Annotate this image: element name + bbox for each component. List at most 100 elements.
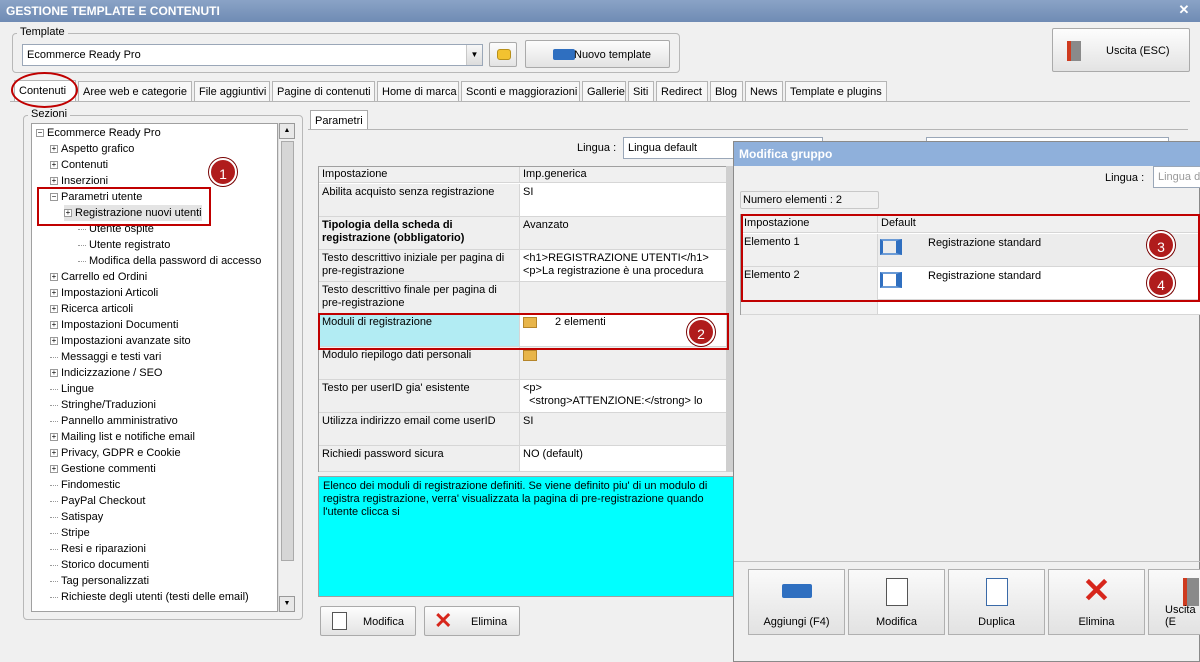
param-name[interactable]: Testo per userID gia' esistente — [319, 380, 520, 413]
tab-6[interactable]: Gallerie — [582, 81, 626, 102]
dialog-rows-annotation-box — [741, 214, 1200, 302]
tab-8[interactable]: Redirect — [656, 81, 708, 102]
tree-item[interactable]: Messaggi e testi vari — [50, 349, 161, 365]
tree-item[interactable]: Tag personalizzati — [50, 573, 149, 589]
param-value[interactable]: Avanzato — [520, 217, 729, 250]
tab-5[interactable]: Sconti e maggiorazioni — [461, 81, 580, 102]
delete-button[interactable]: ✕ Elimina — [424, 606, 520, 636]
expand-icon[interactable]: + — [50, 177, 58, 186]
params-col-setting[interactable]: Impostazione — [319, 167, 520, 183]
chevron-down-icon[interactable]: ▼ — [466, 45, 482, 65]
param-value[interactable]: NO (default) — [520, 446, 729, 472]
tree-item[interactable]: Stripe — [50, 525, 90, 541]
tree-item[interactable]: − Ecommerce Ready Pro — [36, 125, 161, 141]
dialog-exit-button[interactable]: Uscita (E — [1148, 569, 1200, 635]
param-value-text: Avanzato — [523, 219, 569, 231]
template-select[interactable]: Ecommerce Ready Pro ▼ — [22, 44, 483, 66]
param-value[interactable]: SI — [520, 413, 729, 446]
tree-item[interactable]: Modifica della password di accesso — [78, 253, 261, 269]
tree-item[interactable]: Pannello amministrativo — [50, 413, 178, 429]
tree-item[interactable]: + Impostazioni avanzate sito — [50, 333, 191, 349]
tree-item[interactable]: Storico documenti — [50, 557, 149, 573]
tree-item[interactable]: PayPal Checkout — [50, 493, 145, 509]
tree-item[interactable]: + Gestione commenti — [50, 461, 156, 477]
tree-connector — [50, 548, 58, 550]
tab-9[interactable]: Blog — [710, 81, 743, 102]
dialog-edit-button[interactable]: Modifica — [848, 569, 945, 635]
tree-item[interactable]: + Carrello ed Ordini — [50, 269, 147, 285]
param-name[interactable]: Richiedi password sicura — [319, 446, 520, 472]
param-name[interactable]: Utilizza indirizzo email come userID — [319, 413, 520, 446]
duplicate-button[interactable]: Duplica — [948, 569, 1045, 635]
param-name[interactable]: Testo descrittivo finale per pagina di p… — [319, 282, 520, 314]
tab-parametri[interactable]: Parametri — [310, 110, 368, 130]
expand-icon[interactable]: + — [50, 449, 58, 458]
param-name[interactable]: Modulo riepilogo dati personali — [319, 347, 520, 380]
expand-icon[interactable]: + — [50, 273, 58, 282]
param-name[interactable]: Abilita acquisto senza registrazione — [319, 184, 520, 217]
edit-button[interactable]: Modifica — [320, 606, 416, 636]
tree-item-label: Resi e riparazioni — [61, 543, 146, 555]
tree-item[interactable]: Utente registrato — [78, 237, 170, 253]
tree-item[interactable]: + Privacy, GDPR e Cookie — [50, 445, 181, 461]
collapse-icon[interactable]: − — [36, 129, 44, 138]
params-col-value[interactable]: Imp.generica — [520, 167, 729, 183]
expand-icon[interactable]: + — [50, 369, 58, 378]
param-name[interactable]: Testo descrittivo iniziale per pagina di… — [319, 250, 520, 282]
tree-item[interactable]: + Contenuti — [50, 157, 108, 173]
param-value[interactable]: <p> <strong>ATTENZIONE:</strong> lo — [520, 380, 729, 413]
tab-10[interactable]: News — [745, 81, 783, 102]
new-template-button[interactable]: Nuovo template — [525, 40, 670, 68]
tab-3[interactable]: Pagine di contenuti — [272, 81, 375, 102]
tab-label: File aggiuntivi — [199, 86, 267, 98]
tree-item[interactable]: + Aspetto grafico — [50, 141, 134, 157]
sections-legend: Sezioni — [28, 108, 71, 120]
tab-7[interactable]: Siti — [628, 81, 654, 102]
expand-icon[interactable]: + — [50, 305, 58, 314]
dialog-title: Modifica gruppo — [739, 147, 833, 161]
tree-item[interactable]: Richieste degli utenti (testi delle emai… — [50, 589, 249, 605]
expand-icon[interactable]: + — [50, 337, 58, 346]
tree-item[interactable]: Resi e riparazioni — [50, 541, 146, 557]
tree-item[interactable]: Lingue — [50, 381, 94, 397]
tree-item[interactable]: + Ricerca articoli — [50, 301, 133, 317]
template-open-button[interactable] — [489, 42, 517, 67]
expand-icon[interactable]: + — [50, 145, 58, 154]
tab-11[interactable]: Template e plugins — [785, 81, 887, 102]
tree-item[interactable]: Satispay — [50, 509, 103, 525]
expand-icon[interactable]: + — [50, 161, 58, 170]
scroll-down-arrow[interactable]: ▼ — [279, 596, 295, 612]
tree-item[interactable]: + Indicizzazione / SEO — [50, 365, 163, 381]
param-value[interactable] — [520, 347, 729, 380]
add-label: Aggiungi (F4) — [763, 616, 830, 628]
tree-item[interactable]: + Impostazioni Documenti — [50, 317, 178, 333]
scroll-thumb[interactable] — [281, 141, 294, 561]
tree-item[interactable]: Findomestic — [50, 477, 120, 493]
tab-4[interactable]: Home di marca — [377, 81, 459, 102]
add-button[interactable]: Aggiungi (F4) — [748, 569, 845, 635]
param-value[interactable]: <h1>REGISTRAZIONE UTENTI</h1> <p>La regi… — [520, 250, 729, 282]
dialog-delete-button[interactable]: ✕ Elimina — [1048, 569, 1145, 635]
expand-icon[interactable]: + — [50, 465, 58, 474]
folder-icon[interactable] — [523, 349, 537, 361]
add-icon — [781, 584, 812, 598]
param-value[interactable]: SI — [520, 184, 729, 217]
dialog-edit-label: Modifica — [876, 616, 917, 628]
scroll-up-arrow[interactable]: ▲ — [279, 123, 295, 139]
expand-icon[interactable]: + — [50, 433, 58, 442]
exit-button[interactable]: Uscita (ESC) — [1052, 28, 1190, 72]
tree-item[interactable]: Stringhe/Traduzioni — [50, 397, 156, 413]
tree-item-label: Stripe — [61, 527, 90, 539]
param-name[interactable]: Tipologia della scheda di registrazione … — [319, 217, 520, 250]
tab-2[interactable]: File aggiuntivi — [194, 81, 270, 102]
tree-connector — [50, 516, 58, 518]
expand-icon[interactable]: + — [50, 289, 58, 298]
expand-icon[interactable]: + — [50, 321, 58, 330]
sections-scrollbar[interactable]: ▲ ▼ — [278, 123, 295, 612]
tree-item[interactable]: + Mailing list e notifiche email — [50, 429, 195, 445]
param-value[interactable] — [520, 282, 729, 314]
close-icon[interactable]: ✕ — [1176, 2, 1192, 18]
tree-item[interactable]: + Impostazioni Articoli — [50, 285, 158, 301]
dialog-lang-select[interactable]: Lingua de — [1153, 166, 1200, 188]
tab-1[interactable]: Aree web e categorie — [78, 81, 192, 102]
